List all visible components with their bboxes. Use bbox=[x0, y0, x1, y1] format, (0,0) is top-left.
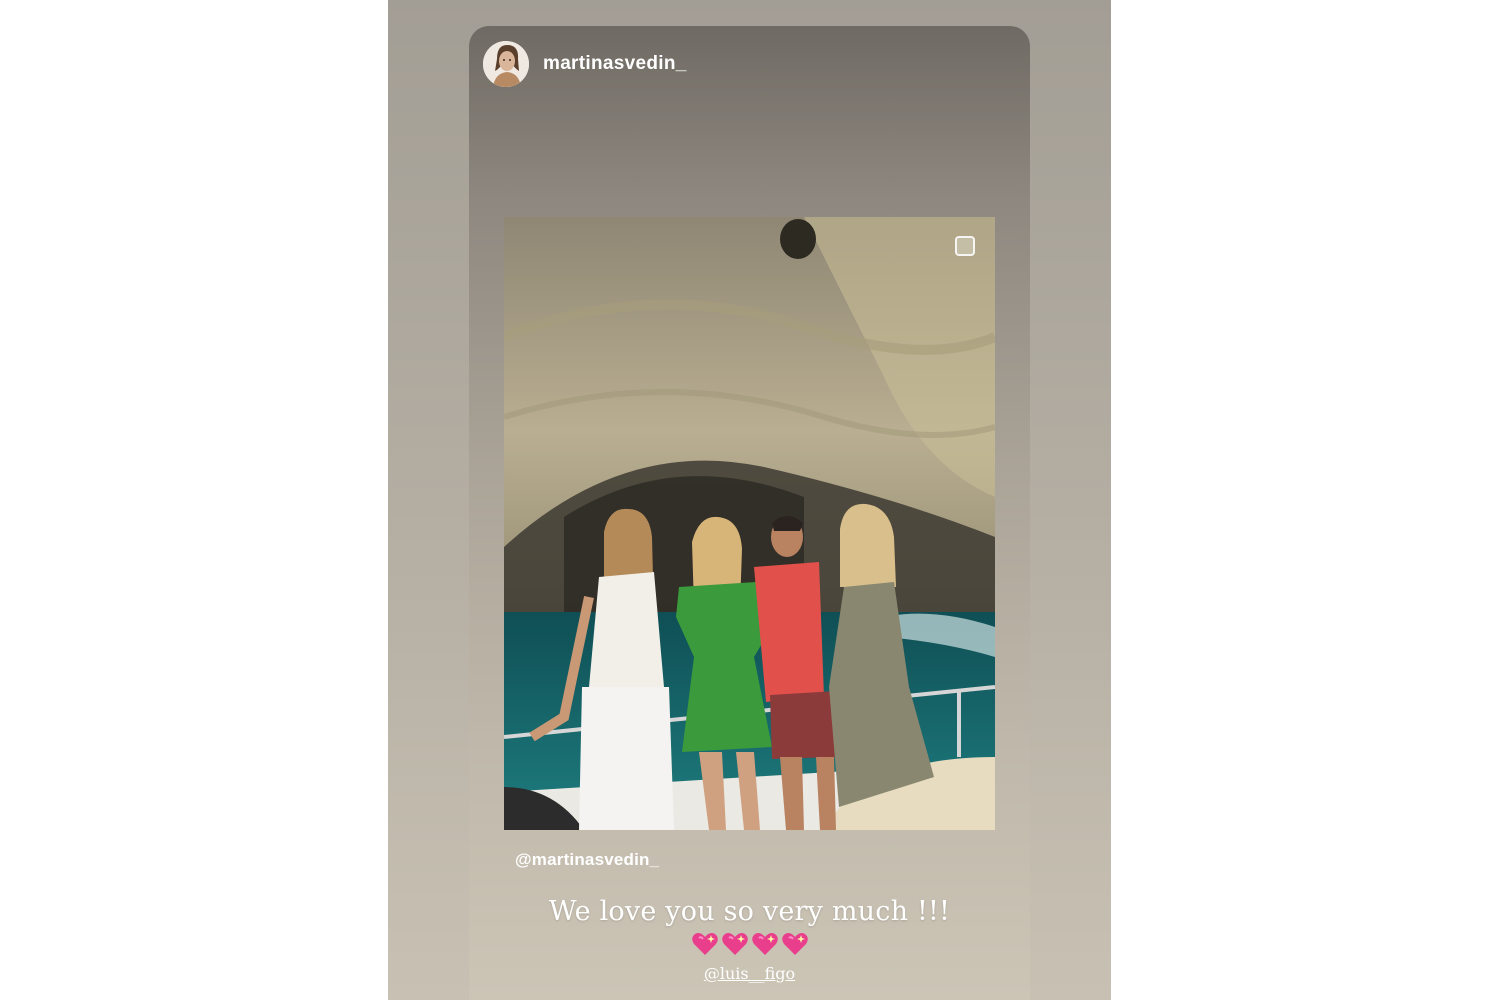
shared-post-photo[interactable] bbox=[504, 217, 995, 830]
sparkling-heart-icon bbox=[781, 933, 808, 955]
story-header[interactable]: martinasvedin_ bbox=[483, 40, 687, 88]
avatar[interactable] bbox=[483, 41, 529, 87]
hearts-row bbox=[469, 930, 1030, 958]
profile-avatar-icon bbox=[483, 41, 529, 87]
mention-tag[interactable]: @martinasvedin_ bbox=[515, 850, 659, 870]
sparkling-heart-icon bbox=[721, 933, 748, 955]
username[interactable]: martinasvedin_ bbox=[543, 53, 687, 75]
sparkling-heart-icon bbox=[691, 933, 718, 955]
caption-text: We love you so very much !!! bbox=[548, 896, 951, 927]
page: martinasvedin_ @martinasvedin_ We love y… bbox=[0, 0, 1500, 1000]
square-icon bbox=[955, 236, 975, 256]
caption-mention-link[interactable]: @luis__figo bbox=[469, 964, 1030, 983]
sparkling-heart-icon bbox=[751, 933, 778, 955]
